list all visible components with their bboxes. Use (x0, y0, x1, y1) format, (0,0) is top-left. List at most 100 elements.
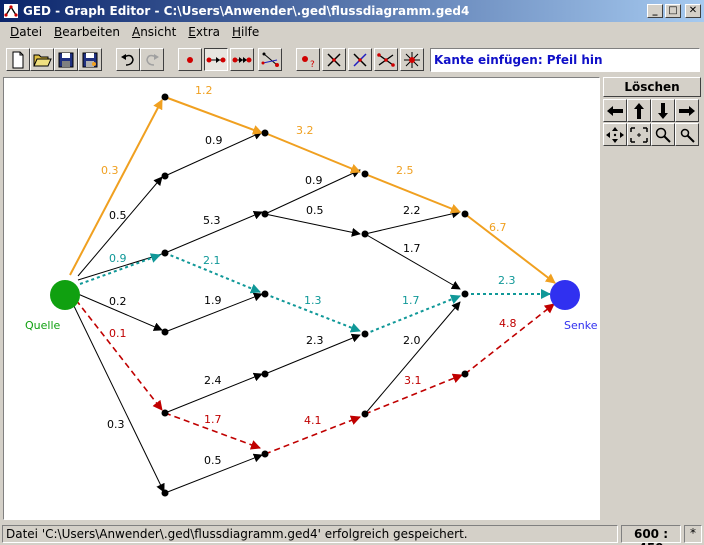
canvas-size-readout: 600 : 450 (621, 525, 681, 545)
edge-label: 0.9 (109, 252, 127, 265)
edge-arrow-icon (206, 56, 226, 63)
edge-label: 1.7 (402, 294, 420, 307)
delete-edge-button[interactable] (322, 48, 346, 71)
edge[interactable] (164, 96, 263, 135)
menu-hilfe[interactable]: Hilfe (226, 25, 265, 39)
zoom-in-button[interactable] (651, 123, 675, 146)
insert-edge-arrow-button[interactable] (204, 48, 228, 71)
menu-ansicht[interactable]: Ansicht (126, 25, 182, 39)
side-panel: Löschen (603, 77, 701, 149)
edge[interactable] (364, 301, 461, 415)
undo-icon (121, 53, 134, 66)
close-button[interactable]: ✕ (685, 4, 701, 18)
redo-button[interactable] (140, 48, 164, 71)
new-file-button[interactable] (6, 48, 30, 71)
graph-node[interactable] (361, 330, 369, 338)
graph-node[interactable] (461, 290, 469, 298)
edge-label: 1.9 (204, 294, 222, 307)
sink-node[interactable] (550, 280, 580, 310)
edge-label: 1.3 (304, 294, 322, 307)
edge[interactable] (75, 299, 163, 411)
move-left-button[interactable] (603, 99, 627, 122)
undo-button[interactable] (116, 48, 140, 71)
menu-extra[interactable]: Extra (182, 25, 226, 39)
graph-node[interactable] (161, 249, 169, 257)
open-file-button[interactable] (30, 48, 54, 71)
graph-node[interactable] (161, 172, 169, 180)
graph-node[interactable] (261, 290, 269, 298)
node-question-icon: ? (302, 55, 315, 69)
source-node[interactable] (50, 280, 80, 310)
source-label: Quelle (25, 319, 61, 332)
node-icon (187, 56, 193, 63)
expand-button[interactable] (627, 123, 651, 146)
edge-label: 1.7 (204, 413, 222, 426)
node-info-button[interactable]: ? (296, 48, 320, 71)
zoom-out-icon (680, 128, 695, 143)
graph-node[interactable] (461, 210, 469, 218)
edge[interactable] (264, 213, 361, 237)
save-disk-icon (58, 52, 74, 67)
menu-datei[interactable]: Datei (4, 25, 48, 39)
menu-bar: Datei Bearbeiten Ansicht Extra Hilfe (0, 22, 704, 42)
star-node-button[interactable] (400, 48, 424, 71)
move-up-button[interactable] (627, 99, 651, 122)
move-right-button[interactable] (675, 99, 699, 122)
minimize-button[interactable]: _ (647, 4, 663, 18)
insert-node-button[interactable] (178, 48, 202, 71)
graph-node[interactable] (161, 409, 169, 417)
move-down-button[interactable] (651, 99, 675, 122)
graph-node[interactable] (161, 93, 169, 101)
edge-label: 0.9 (305, 174, 323, 187)
edge-label: 0.5 (109, 209, 127, 222)
graph-node[interactable] (461, 370, 469, 378)
delete-button[interactable]: Löschen (603, 77, 701, 97)
split-edge-button[interactable] (374, 48, 398, 71)
new-file-icon (12, 51, 24, 68)
edge-cross-colored-icon (353, 52, 367, 67)
edge-label: 0.9 (205, 134, 223, 147)
save-button[interactable] (54, 48, 78, 71)
graph-node[interactable] (261, 129, 269, 137)
graph-node[interactable] (361, 410, 369, 418)
edge-label: 0.5 (204, 454, 222, 467)
menu-bearbeiten[interactable]: Bearbeiten (48, 25, 126, 39)
edge-label: 2.3 (306, 334, 324, 347)
move-edge-button[interactable] (258, 48, 282, 71)
sink-label: Senke (564, 319, 598, 332)
zoom-in-icon (655, 127, 671, 143)
graph-canvas[interactable]: Quelle Senke 1.2 0.3 0.9 3.2 0.5 0.9 2.5… (3, 77, 600, 520)
graph-node[interactable] (361, 170, 369, 178)
shrink-button[interactable] (603, 123, 627, 146)
svg-text:?: ? (310, 60, 315, 69)
maximize-icon: □ (668, 5, 678, 16)
edge-labels: 1.2 0.3 0.9 3.2 0.5 0.9 2.5 5.3 0.5 2.2 … (101, 84, 517, 467)
graph-node[interactable] (261, 450, 269, 458)
graph-node[interactable] (261, 370, 269, 378)
delete-edge-colored-button[interactable] (348, 48, 372, 71)
app-icon (4, 4, 18, 18)
graph-node[interactable] (161, 328, 169, 336)
graph-svg[interactable]: Quelle Senke 1.2 0.3 0.9 3.2 0.5 0.9 2.5… (4, 78, 600, 520)
edge-label: 2.4 (204, 374, 222, 387)
edge-label: 6.7 (489, 221, 507, 234)
edge[interactable] (264, 132, 361, 174)
edge-label: 2.5 (396, 164, 414, 177)
edge[interactable] (464, 303, 555, 375)
edge-label: 4.8 (499, 317, 517, 330)
graph-node[interactable] (261, 210, 269, 218)
edge[interactable] (464, 213, 556, 284)
maximize-button[interactable]: □ (665, 4, 681, 18)
save-as-button[interactable] (78, 48, 102, 71)
title-bar: GED - Graph Editor - C:\Users\Anwender\.… (0, 0, 704, 22)
minimize-icon: _ (652, 5, 658, 16)
mode-status-field: Kante einfügen: Pfeil hin (430, 48, 700, 72)
graph-node[interactable] (361, 230, 369, 238)
insert-edge-double-button[interactable] (230, 48, 254, 71)
edge-label: 0.5 (306, 204, 324, 217)
edge-label: 4.1 (304, 414, 322, 427)
edge[interactable] (69, 99, 163, 276)
zoom-out-button[interactable] (675, 123, 699, 146)
graph-node[interactable] (161, 489, 169, 497)
edge-label: 5.3 (203, 214, 221, 227)
